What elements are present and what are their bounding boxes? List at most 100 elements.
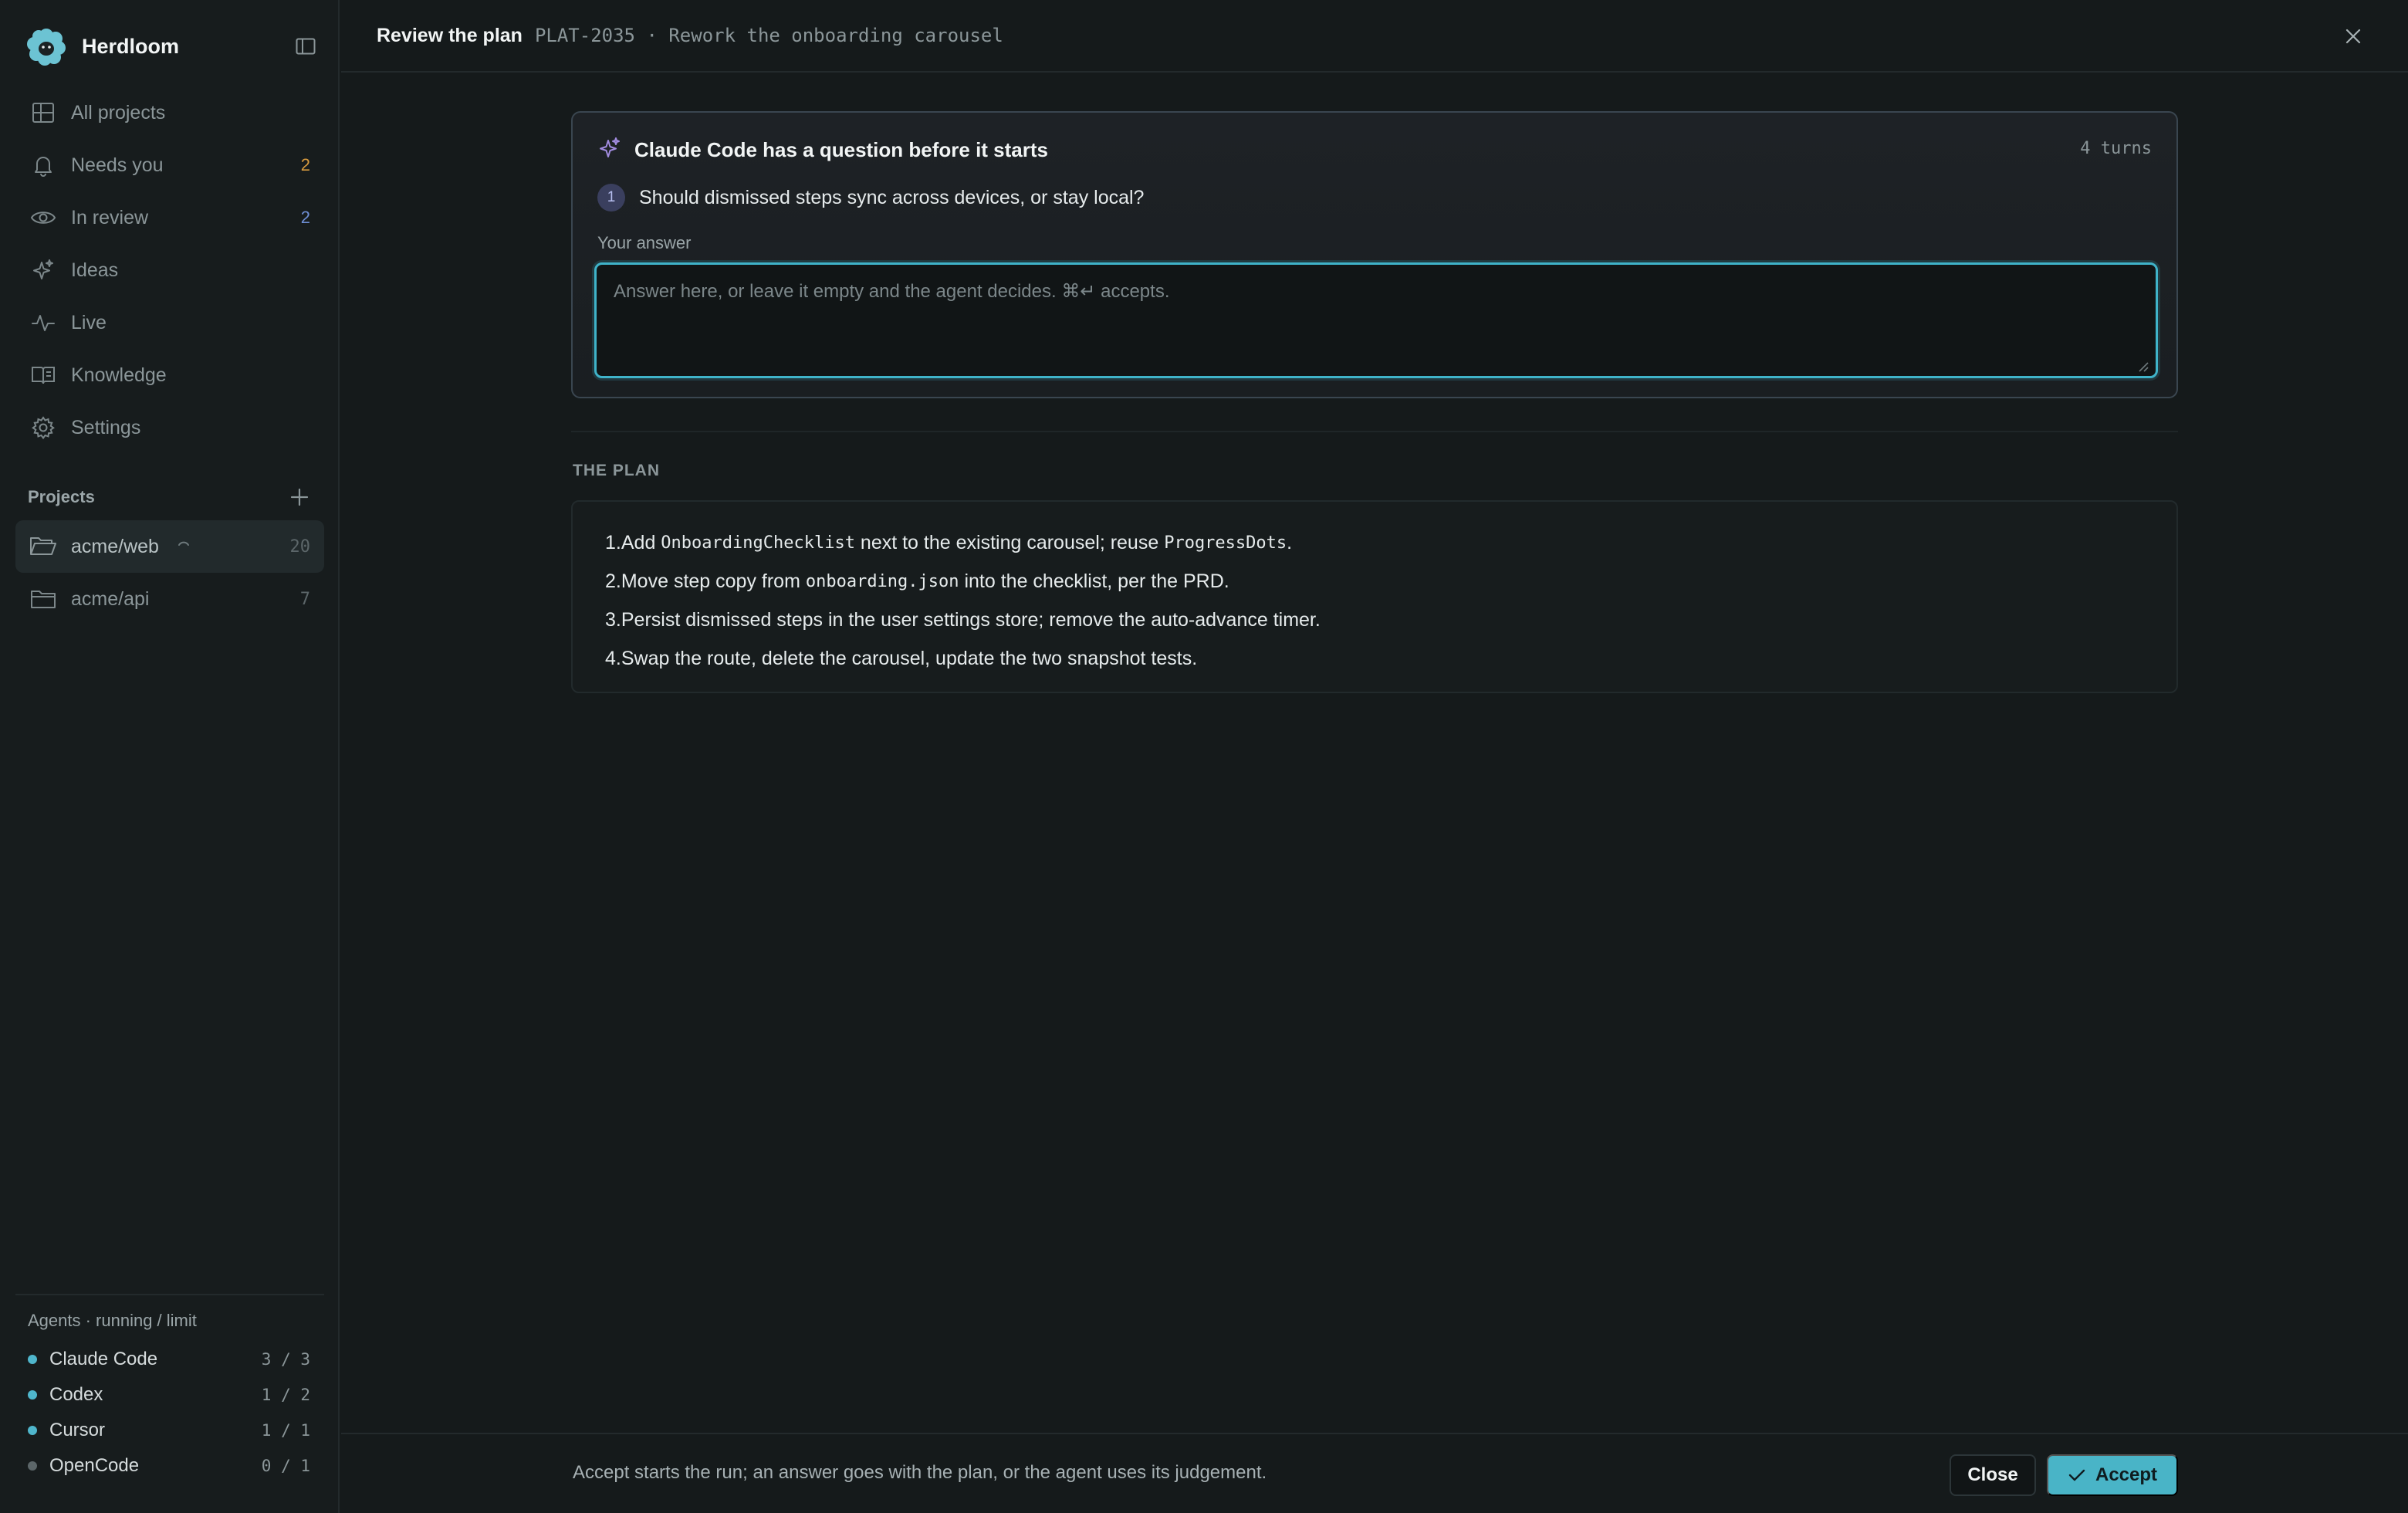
sidebar-item-label: All projects bbox=[71, 101, 166, 124]
step-text: Swap the route, delete the carousel, upd… bbox=[621, 647, 1198, 669]
projects-title: Projects bbox=[28, 487, 95, 506]
agent-name: Cursor bbox=[49, 1420, 106, 1440]
sidebar-toggle-icon[interactable] bbox=[293, 34, 318, 59]
question-title: Claude Code has a question before it sta… bbox=[634, 138, 1048, 161]
sheep-logo-icon[interactable] bbox=[25, 25, 68, 68]
sidebar-item-in-review[interactable]: In review 2 bbox=[15, 191, 324, 244]
step-number: 4. bbox=[605, 647, 621, 669]
agent-usage: 1 / 2 bbox=[261, 1386, 310, 1404]
question-text: Should dismissed steps sync across devic… bbox=[639, 186, 1145, 208]
step-number: 3. bbox=[605, 608, 621, 631]
step-text: Add bbox=[621, 531, 661, 553]
sidebar-item-label: Needs you bbox=[71, 154, 164, 176]
plan-step: 2. Move step copy from onboarding.json i… bbox=[605, 562, 2176, 601]
grid-icon bbox=[28, 97, 59, 128]
loading-spinner-icon bbox=[176, 539, 191, 554]
plan-heading: THE PLAN bbox=[573, 462, 660, 479]
project-item-acme-api[interactable]: acme/api 7 bbox=[15, 573, 324, 625]
agents-title: Agents · running / limit bbox=[28, 1311, 197, 1330]
project-count: 7 bbox=[299, 589, 310, 609]
activity-icon bbox=[28, 307, 59, 338]
close-button[interactable]: Close bbox=[1950, 1454, 2036, 1496]
projects-header: Projects bbox=[28, 485, 312, 509]
plan-step: 3. Persist dismissed steps in the user s… bbox=[605, 601, 2176, 639]
step-text: . bbox=[1287, 531, 1293, 553]
agent-row-claude-code[interactable]: Claude Code 3 / 3 bbox=[15, 1342, 324, 1377]
step-code: OnboardingChecklist bbox=[661, 533, 855, 553]
main-panel: Review the plan PLAT-2035 · Rework the o… bbox=[341, 0, 2408, 1513]
sidebar-item-label: In review bbox=[71, 206, 149, 228]
sidebar-item-live[interactable]: Live bbox=[15, 296, 324, 349]
question-item: 1 Should dismissed steps sync across dev… bbox=[597, 184, 1144, 212]
agent-usage: 0 / 1 bbox=[261, 1457, 310, 1475]
app-name: Herdloom bbox=[82, 34, 180, 58]
question-number-badge: 1 bbox=[597, 184, 625, 212]
project-label: acme/web bbox=[71, 535, 159, 557]
agent-usage: 3 / 3 bbox=[261, 1350, 310, 1369]
accept-button[interactable]: Accept bbox=[2047, 1454, 2178, 1496]
plan-step: 1. Add OnboardingChecklist next to the e… bbox=[605, 523, 2176, 562]
agents-panel: Agents · running / limit Claude Code 3 /… bbox=[15, 1294, 324, 1484]
sidebar-item-settings[interactable]: Settings bbox=[15, 401, 324, 454]
step-text: next to the existing carousel; reuse bbox=[854, 531, 1165, 553]
step-text: Persist dismissed steps in the user sett… bbox=[621, 608, 1321, 631]
sidebar-item-label: Live bbox=[71, 311, 107, 333]
agent-name: Claude Code bbox=[49, 1349, 158, 1369]
project-item-acme-web[interactable]: acme/web 20 bbox=[15, 520, 324, 573]
step-text: Move step copy from bbox=[621, 570, 806, 592]
resize-handle-icon[interactable] bbox=[2138, 361, 2149, 372]
sidebar-item-all-projects[interactable]: All projects bbox=[15, 86, 324, 139]
needs-you-count: 2 bbox=[300, 155, 310, 174]
agent-name: OpenCode bbox=[49, 1455, 140, 1476]
folder-open-icon bbox=[28, 531, 59, 562]
answer-label: Your answer bbox=[597, 233, 692, 252]
step-number: 2. bbox=[605, 570, 621, 592]
gear-icon bbox=[28, 412, 59, 443]
answer-input[interactable] bbox=[594, 262, 2158, 378]
book-icon bbox=[28, 360, 59, 391]
in-review-count: 2 bbox=[300, 208, 310, 227]
agent-status-dot bbox=[28, 1355, 37, 1364]
agent-question-card: Claude Code has a question before it sta… bbox=[571, 111, 2178, 398]
agent-status-dot bbox=[28, 1426, 37, 1435]
bell-icon bbox=[28, 150, 59, 181]
project-count: 20 bbox=[289, 536, 311, 557]
step-text: into the checklist, per the PRD. bbox=[959, 570, 1229, 592]
plan-step: 4. Swap the route, delete the carousel, … bbox=[605, 639, 2176, 678]
sparkle-icon bbox=[28, 255, 59, 286]
sidebar-item-label: Settings bbox=[71, 416, 141, 438]
step-number: 1. bbox=[605, 531, 621, 553]
sidebar-nav: All projects Needs you 2 In review 2 Ide… bbox=[15, 86, 324, 454]
step-code: onboarding.json bbox=[805, 571, 959, 591]
step-code: ProgressDots bbox=[1164, 533, 1287, 553]
accept-label: Accept bbox=[2095, 1464, 2158, 1485]
agent-row-cursor[interactable]: Cursor 1 / 1 bbox=[15, 1413, 324, 1448]
project-list: acme/web 20 acme/api 7 bbox=[15, 520, 324, 625]
sparkle-icon bbox=[597, 136, 622, 164]
agent-status-dot bbox=[28, 1461, 37, 1471]
add-project-icon[interactable] bbox=[287, 485, 312, 509]
agent-status-dot bbox=[28, 1390, 37, 1400]
agent-row-codex[interactable]: Codex 1 / 2 bbox=[15, 1377, 324, 1413]
section-divider bbox=[571, 431, 2178, 432]
topbar: Review the plan PLAT-2035 · Rework the o… bbox=[341, 0, 2408, 73]
sidebar: Herdloom All projects Needs you 2 In rev… bbox=[0, 0, 340, 1513]
close-icon[interactable] bbox=[2340, 23, 2366, 49]
check-icon bbox=[2068, 1467, 2086, 1483]
footer-hint: Accept starts the run; an answer goes wi… bbox=[573, 1462, 1267, 1483]
footer-bar: Accept starts the run; an answer goes wi… bbox=[341, 1433, 2408, 1513]
agent-name: Codex bbox=[49, 1384, 103, 1405]
ticket-reference: PLAT-2035 · Rework the onboarding carous… bbox=[534, 25, 1003, 46]
agent-row-opencode[interactable]: OpenCode 0 / 1 bbox=[15, 1448, 324, 1484]
sidebar-item-label: Knowledge bbox=[71, 364, 167, 386]
folder-icon bbox=[28, 584, 59, 614]
project-label: acme/api bbox=[71, 587, 150, 610]
eye-icon bbox=[28, 202, 59, 233]
sidebar-item-needs-you[interactable]: Needs you 2 bbox=[15, 139, 324, 191]
question-header: Claude Code has a question before it sta… bbox=[597, 136, 1048, 164]
sidebar-item-ideas[interactable]: Ideas bbox=[15, 244, 324, 296]
sidebar-item-knowledge[interactable]: Knowledge bbox=[15, 349, 324, 401]
sidebar-item-label: Ideas bbox=[71, 259, 119, 281]
brand: Herdloom bbox=[25, 25, 318, 68]
plan-card: 1. Add OnboardingChecklist next to the e… bbox=[571, 500, 2178, 693]
